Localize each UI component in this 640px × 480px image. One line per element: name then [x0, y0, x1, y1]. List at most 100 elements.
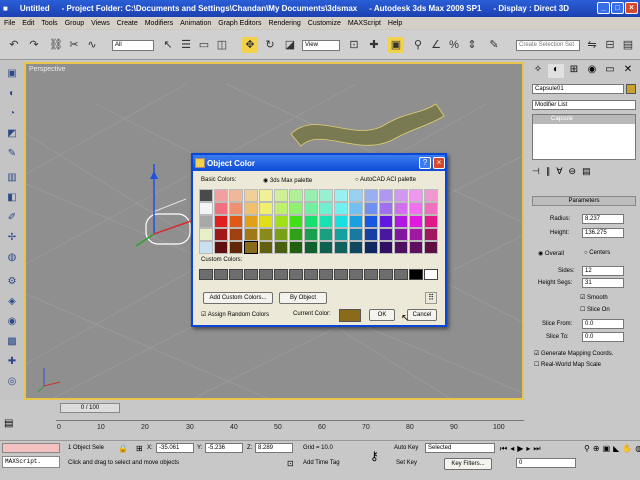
modify-tab-icon[interactable]: ◐: [548, 64, 564, 78]
by-object-button[interactable]: By Object: [279, 292, 327, 304]
select-by-name-icon[interactable]: ☰: [178, 37, 194, 53]
modifier-stack[interactable]: Capsule: [532, 114, 636, 160]
palette-swatch[interactable]: [379, 228, 393, 241]
palette-swatch[interactable]: [334, 202, 348, 215]
tool-icon-15[interactable]: ✚: [4, 354, 20, 370]
key-mode-dropdown[interactable]: Selected: [425, 443, 495, 453]
dialog-titlebar[interactable]: Object Color: [193, 155, 445, 171]
palette-swatch[interactable]: [334, 228, 348, 241]
custom-color-swatch[interactable]: [289, 269, 303, 280]
palette-swatch[interactable]: [304, 189, 318, 202]
layer-manager-icon[interactable]: ▤: [620, 37, 636, 53]
palette-swatch[interactable]: [394, 228, 408, 241]
select-object-icon[interactable]: ↖: [160, 37, 176, 53]
link-icon[interactable]: ⛓: [48, 37, 64, 53]
reference-coordinate-dropdown[interactable]: View: [302, 40, 340, 51]
tool-icon-10[interactable]: ◍: [4, 250, 20, 266]
palette-swatch[interactable]: [244, 241, 258, 254]
palette-swatch[interactable]: [229, 241, 243, 254]
palette-swatch[interactable]: [349, 241, 363, 254]
align-icon[interactable]: ⊟: [602, 37, 618, 53]
slice-to-spinner[interactable]: 0.0: [582, 332, 624, 342]
palette-swatch[interactable]: [319, 189, 333, 202]
selection-region-icon[interactable]: ▭: [196, 37, 212, 53]
menu-tools[interactable]: Tools: [41, 20, 57, 27]
tool-icon-7[interactable]: ◧: [4, 190, 20, 206]
custom-color-swatch[interactable]: [409, 269, 423, 280]
palette-swatch[interactable]: [364, 189, 378, 202]
make-unique-icon[interactable]: ∀: [556, 166, 562, 177]
menu-maxscript[interactable]: MAXScript: [348, 20, 381, 27]
palette-swatch[interactable]: [259, 228, 273, 241]
zoom-all-icon[interactable]: ⊕: [593, 444, 600, 453]
palette-swatch[interactable]: [379, 215, 393, 228]
palette-swatch[interactable]: [409, 228, 423, 241]
maxscript-listener-top[interactable]: [2, 443, 60, 453]
palette-swatch[interactable]: [364, 202, 378, 215]
snaps-toggle-icon[interactable]: ⚲: [410, 37, 426, 53]
palette-swatch[interactable]: [289, 202, 303, 215]
lock-selection-icon[interactable]: 🔒: [118, 444, 128, 453]
menu-views[interactable]: Views: [91, 20, 110, 27]
maximize-button[interactable]: □: [611, 2, 624, 14]
palette-swatch[interactable]: [304, 202, 318, 215]
transform-mode-icon[interactable]: ⊞: [136, 444, 143, 453]
redo-icon[interactable]: ↷: [26, 37, 42, 53]
palette-swatch[interactable]: [319, 241, 333, 254]
palette-swatch[interactable]: [289, 215, 303, 228]
palette-swatch[interactable]: [379, 202, 393, 215]
palette-swatch[interactable]: [424, 228, 438, 241]
palette-swatch[interactable]: [379, 189, 393, 202]
height-spinner[interactable]: 136.275: [582, 228, 624, 238]
utilities-tab-icon[interactable]: ✕: [620, 64, 636, 78]
palette-swatch[interactable]: [304, 241, 318, 254]
palette-swatch[interactable]: [349, 202, 363, 215]
menu-customize[interactable]: Customize: [308, 20, 341, 27]
slice-on-checkbox[interactable]: ☐ Slice On: [580, 306, 610, 313]
play-icon[interactable]: ▶: [517, 444, 523, 454]
palette-swatch[interactable]: [214, 215, 228, 228]
custom-color-swatch[interactable]: [319, 269, 333, 280]
object-color-swatch[interactable]: [626, 84, 636, 94]
pan-icon[interactable]: ✋: [622, 444, 632, 453]
unlink-icon[interactable]: ✂: [66, 37, 82, 53]
palette-swatch[interactable]: [394, 241, 408, 254]
palette-swatch[interactable]: [289, 228, 303, 241]
custom-color-swatch[interactable]: [214, 269, 228, 280]
tool-icon-11[interactable]: ⚙: [4, 274, 20, 290]
window-crossing-icon[interactable]: ◫: [214, 37, 230, 53]
palette-swatch[interactable]: [304, 228, 318, 241]
palette-swatch[interactable]: [244, 202, 258, 215]
palette-swatch[interactable]: [229, 202, 243, 215]
tool-icon-3[interactable]: ◔: [4, 106, 20, 122]
custom-color-swatch[interactable]: [349, 269, 363, 280]
pivot-center-icon[interactable]: ⊡: [346, 37, 362, 53]
centers-radio[interactable]: ○ Centers: [584, 250, 610, 256]
selection-filter-dropdown[interactable]: All: [112, 40, 154, 51]
menu-group[interactable]: Group: [65, 20, 84, 27]
set-key-button[interactable]: Set Key: [396, 460, 417, 466]
z-coordinate-field[interactable]: 8.289: [255, 443, 293, 453]
palette-swatch[interactable]: [289, 241, 303, 254]
time-slider[interactable]: 0 / 100: [60, 403, 120, 413]
custom-color-swatch[interactable]: [424, 269, 438, 280]
edit-named-selection-icon[interactable]: ✎: [486, 37, 502, 53]
go-to-start-icon[interactable]: ⏮: [500, 444, 507, 454]
palette-swatch[interactable]: [394, 189, 408, 202]
menu-rendering[interactable]: Rendering: [268, 20, 300, 27]
stack-item-capsule[interactable]: Capsule: [533, 115, 635, 124]
palette-swatch[interactable]: [364, 228, 378, 241]
palette-swatch[interactable]: [319, 202, 333, 215]
max-palette-radio[interactable]: ◉ 3ds Max palette: [263, 177, 312, 184]
y-coordinate-field[interactable]: -5.236: [205, 443, 243, 453]
tool-icon-5[interactable]: ✎: [4, 146, 20, 162]
pin-stack-icon[interactable]: ⊣: [532, 166, 540, 177]
tool-icon-12[interactable]: ◈: [4, 294, 20, 310]
palette-swatch[interactable]: [394, 202, 408, 215]
palette-swatch[interactable]: [409, 241, 423, 254]
set-key-icon[interactable]: ⚷: [370, 449, 379, 463]
create-tab-icon[interactable]: ✧: [530, 64, 546, 78]
palette-swatch[interactable]: [274, 189, 288, 202]
palette-swatch[interactable]: [274, 215, 288, 228]
maxscript-mini-listener[interactable]: MAXScript.: [2, 456, 60, 468]
